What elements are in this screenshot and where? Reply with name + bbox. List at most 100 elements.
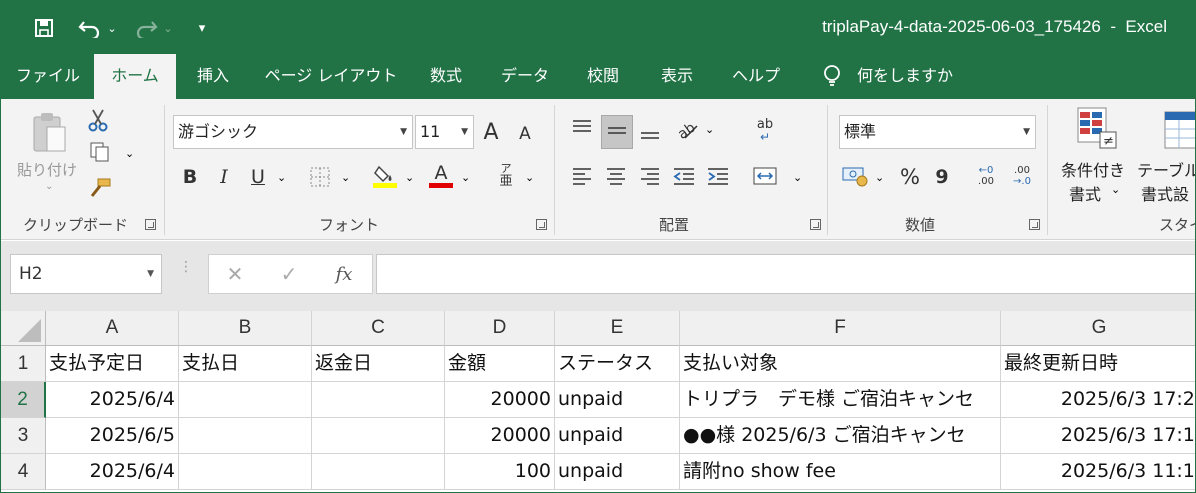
number-launcher-icon[interactable]	[1029, 219, 1040, 230]
name-box[interactable]: H2 ▼	[10, 254, 162, 294]
paste-dropdown-icon[interactable]: ⌄	[45, 181, 53, 192]
cell-a2[interactable]: 2025/6/4	[46, 382, 179, 418]
tab-home[interactable]: ホーム	[94, 54, 176, 99]
font-color-dropdown-icon[interactable]: ⌄	[461, 171, 470, 184]
cell-e2[interactable]: unpaid	[555, 382, 680, 418]
orientation-dropdown-icon[interactable]: ⌄	[705, 123, 714, 136]
formula-input[interactable]	[376, 254, 1195, 294]
tell-me-search[interactable]: 何をしますか	[857, 54, 953, 99]
decrease-decimal-button[interactable]: .00 →.0	[1007, 161, 1037, 191]
row-header-1[interactable]: 1	[1, 346, 46, 382]
cancel-icon[interactable]: ✕	[223, 261, 247, 287]
tab-page-layout[interactable]: ページ レイアウト	[263, 54, 399, 99]
format-as-table-label-2[interactable]: 書式設	[1141, 181, 1189, 205]
clipboard-launcher-icon[interactable]	[145, 219, 156, 230]
align-middle-icon[interactable]	[601, 115, 633, 149]
bold-button[interactable]: B	[179, 163, 201, 191]
cell-d3[interactable]: 20000	[445, 418, 555, 454]
tab-view[interactable]: 表示	[649, 54, 705, 99]
row-header-3[interactable]: 3	[1, 418, 46, 454]
cell-d4[interactable]: 100	[445, 454, 555, 490]
cell-a1[interactable]: 支払予定日	[46, 346, 179, 382]
cell-c1[interactable]: 返金日	[312, 346, 445, 382]
currency-icon[interactable]	[841, 163, 871, 189]
format-as-table-label[interactable]: テーブル	[1137, 157, 1195, 181]
column-header-g[interactable]: G	[1001, 311, 1195, 346]
cut-icon[interactable]	[85, 107, 111, 133]
cell-g1[interactable]: 最終更新日時	[1001, 346, 1195, 382]
cell-a3[interactable]: 2025/6/5	[46, 418, 179, 454]
font-launcher-icon[interactable]	[536, 219, 547, 230]
customize-qat-icon[interactable]: ▾	[193, 15, 211, 41]
format-as-table-icon[interactable]	[1163, 109, 1195, 151]
undo-dropdown-icon[interactable]: ⌄	[105, 15, 119, 41]
row-header-2[interactable]: 2	[1, 382, 46, 418]
underline-button[interactable]: U	[247, 163, 269, 191]
cell-b3[interactable]	[179, 418, 312, 454]
cell-d2[interactable]: 20000	[445, 382, 555, 418]
tab-file[interactable]: ファイル	[9, 54, 87, 99]
cell-f4[interactable]: 請附no show fee	[680, 454, 1001, 490]
column-header-a[interactable]: A	[46, 311, 179, 346]
column-header-e[interactable]: E	[555, 311, 680, 346]
shrink-font-button[interactable]: A	[514, 121, 536, 147]
column-header-d[interactable]: D	[445, 311, 555, 346]
phonetic-dropdown-icon[interactable]: ⌄	[525, 171, 534, 184]
align-bottom-icon[interactable]	[637, 119, 663, 145]
redo-dropdown-icon[interactable]: ⌄	[161, 15, 175, 41]
cell-c3[interactable]	[312, 418, 445, 454]
save-icon[interactable]	[31, 15, 57, 41]
tab-data[interactable]: データ	[492, 54, 558, 99]
conditional-formatting-label-2[interactable]: 書式	[1069, 181, 1101, 205]
insert-function-icon[interactable]: fx	[331, 261, 357, 287]
cell-b1[interactable]: 支払日	[179, 346, 312, 382]
increase-decimal-button[interactable]: ←0 .00	[971, 161, 1001, 191]
tab-insert[interactable]: 挿入	[184, 54, 242, 99]
wrap-text-button[interactable]: ab ↵	[751, 115, 779, 145]
conditional-dropdown-icon[interactable]: ⌄	[1111, 183, 1120, 196]
cell-a4[interactable]: 2025/6/4	[46, 454, 179, 490]
paste-label[interactable]: 貼り付け	[17, 159, 77, 180]
decrease-indent-icon[interactable]	[671, 163, 697, 189]
cell-g4[interactable]: 2025/6/3 11:10	[1001, 454, 1195, 490]
grow-font-button[interactable]: A	[479, 117, 503, 147]
orientation-icon[interactable]: ab	[673, 115, 701, 143]
merge-center-icon[interactable]	[751, 163, 779, 189]
redo-icon[interactable]	[129, 15, 163, 41]
fill-color-dropdown-icon[interactable]: ⌄	[405, 171, 414, 184]
align-top-icon[interactable]	[569, 115, 595, 141]
percent-button[interactable]: %	[897, 163, 923, 191]
align-left-icon[interactable]	[569, 163, 595, 189]
column-header-f[interactable]: F	[680, 311, 1001, 346]
cell-f2[interactable]: トリプラ デモ様 ご宿泊キャンセ	[680, 382, 1001, 418]
undo-icon[interactable]	[73, 15, 107, 41]
align-center-icon[interactable]	[603, 163, 629, 189]
format-painter-icon[interactable]	[87, 175, 113, 201]
cell-b2[interactable]	[179, 382, 312, 418]
cell-d1[interactable]: 金額	[445, 346, 555, 382]
increase-indent-icon[interactable]	[705, 163, 731, 189]
cell-e3[interactable]: unpaid	[555, 418, 680, 454]
cell-c4[interactable]	[312, 454, 445, 490]
cell-f3[interactable]: ●●様 2025/6/3 ご宿泊キャンセ	[680, 418, 1001, 454]
number-format-combo[interactable]: 標準 ▼	[839, 115, 1036, 149]
alignment-launcher-icon[interactable]	[810, 219, 821, 230]
fill-color-icon[interactable]	[371, 163, 399, 189]
font-size-combo[interactable]: 11 ▼	[415, 115, 474, 149]
phonetic-button[interactable]: ア 亜	[495, 161, 517, 191]
conditional-formatting-label[interactable]: 条件付き	[1061, 157, 1125, 181]
font-color-button[interactable]: A	[427, 163, 455, 189]
comma-button[interactable]: 9	[931, 163, 953, 191]
currency-dropdown-icon[interactable]: ⌄	[875, 171, 884, 184]
underline-dropdown-icon[interactable]: ⌄	[277, 171, 286, 184]
conditional-formatting-icon[interactable]: ≠	[1075, 105, 1121, 151]
select-all-button[interactable]	[1, 311, 46, 346]
cell-e1[interactable]: ステータス	[555, 346, 680, 382]
cell-g3[interactable]: 2025/6/3 17:12	[1001, 418, 1195, 454]
merge-dropdown-icon[interactable]: ⌄	[793, 171, 802, 184]
tab-help[interactable]: ヘルプ	[723, 54, 789, 99]
copy-dropdown-icon[interactable]: ⌄	[125, 147, 134, 160]
row-header-4[interactable]: 4	[1, 454, 46, 490]
italic-button[interactable]: I	[213, 163, 235, 191]
tab-review[interactable]: 校閲	[575, 54, 631, 99]
